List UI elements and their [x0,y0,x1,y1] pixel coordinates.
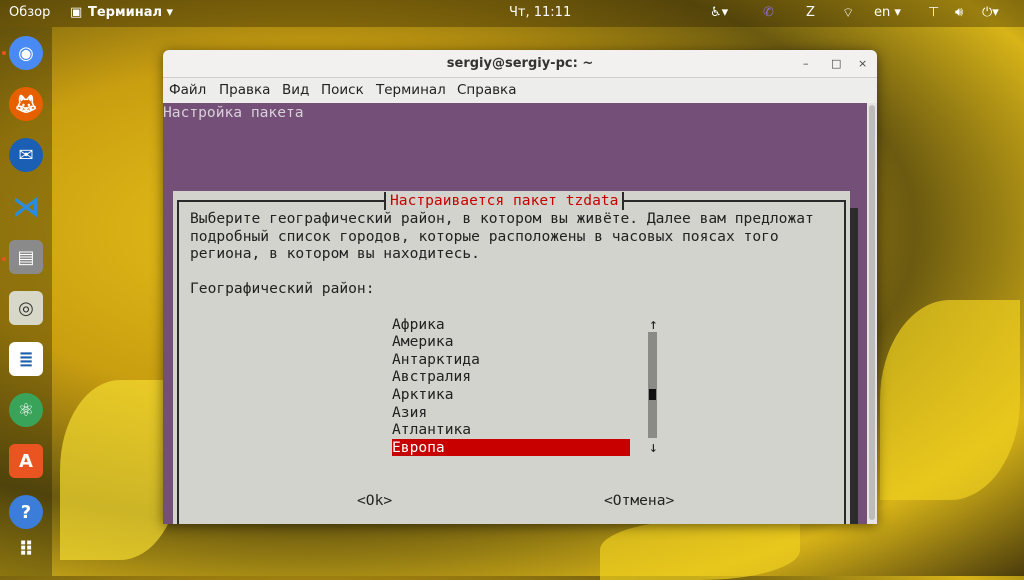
files-icon[interactable]: ▤ [9,240,43,274]
activities-button[interactable]: Обзор [9,5,50,20]
app-menu[interactable]: Терминал ▾ [88,5,173,20]
list-scrollbar-track[interactable] [648,332,657,438]
firefox-icon[interactable]: 🦊︎ [9,87,43,121]
menu-view[interactable]: Вид [282,82,309,98]
option-europe-selected[interactable]: Европа [392,438,630,457]
software-center-icon[interactable]: A [9,444,43,478]
clock[interactable]: Чт, 11:11 [509,5,571,20]
option-antarctica[interactable]: Антарктида [392,351,480,369]
option-atlantic[interactable]: Атлантика [392,421,471,439]
option-arctic[interactable]: Арктика [392,386,454,404]
option-australia[interactable]: Австралия [392,368,471,386]
scroll-up-arrow[interactable]: ↑ [649,316,658,334]
ok-button[interactable]: <Ok> [357,492,392,510]
menu-bar: Файл Правка Вид Поиск Терминал Справка [163,78,877,103]
region-label: Географический район: [190,280,375,298]
thunderbird-icon[interactable]: ✉ [9,138,43,172]
dialog-text-line: подробный список городов, которые распол… [190,227,779,245]
cancel-button[interactable]: <Отмена> [604,492,674,510]
menu-search[interactable]: Поиск [321,82,364,98]
dialog-text-line: региона, в котором вы находитесь. [190,245,480,263]
rhythmbox-icon[interactable]: ◎ [9,291,43,325]
option-america[interactable]: Америка [392,333,454,351]
menu-terminal[interactable]: Терминал [376,82,446,98]
viber-icon[interactable]: ✆ [763,5,774,20]
close-button[interactable]: × [858,50,867,78]
menu-file[interactable]: Файл [169,82,206,98]
dialog-border: Настраивается пакет tzdata Выберите геог… [177,192,846,524]
power-icon[interactable]: ⏻▾ [982,5,999,20]
dock: ◉ 🦊︎ ✉ ⋊ ▤ ◎ ≣ ⚛ A ? ⠿ [0,27,52,576]
language-selector[interactable]: en ▾ [874,5,901,20]
terminal-area[interactable]: Настройка пакета Настраивается пакет tzd… [163,103,867,524]
window-title: sergiy@sergiy-pc: ~ [446,56,594,71]
terminal-header: Настройка пакета [163,104,304,121]
accessibility-icon[interactable]: ♿▾ [710,5,728,20]
terminal-app-icon: ▣ [70,5,83,20]
scroll-down-arrow[interactable]: ↓ [649,439,658,457]
window-titlebar: sergiy@sergiy-pc: ~ – □ × [163,50,877,78]
chromium-icon[interactable]: ◉ [9,36,43,70]
terminal-window: sergiy@sergiy-pc: ~ – □ × Файл Правка Ви… [163,50,877,524]
menu-edit[interactable]: Правка [219,82,270,98]
libreoffice-writer-icon[interactable]: ≣ [9,342,43,376]
volume-icon[interactable]: 🔊︎ [955,5,963,20]
terminal-scrollbar[interactable] [867,103,877,524]
network-wifi-icon[interactable]: ⌔ [842,5,854,21]
dialog-text-line: Выберите географический район, в котором… [190,210,814,227]
zotero-icon[interactable]: Z [806,5,815,20]
dialog-title: Настраивается пакет tzdata [384,192,625,210]
help-icon[interactable]: ? [9,495,43,529]
option-africa[interactable]: Африка [392,316,445,334]
network-wired-icon[interactable]: ⊤ [928,5,939,20]
option-asia[interactable]: Азия [392,404,427,422]
menu-help[interactable]: Справка [457,82,516,98]
show-applications-icon[interactable]: ⠿ [9,532,43,566]
vscode-icon[interactable]: ⋊ [9,189,43,223]
maximize-button[interactable]: □ [831,50,841,78]
minimize-button[interactable]: – [803,50,809,78]
tzdata-dialog: Настраивается пакет tzdata Выберите геог… [173,191,850,524]
atom-icon[interactable]: ⚛ [9,393,43,427]
list-scrollbar-thumb[interactable] [649,389,656,400]
top-bar: Обзор ▣ Терминал ▾ Чт, 11:11 ♿▾ ✆ Z ⌔ en… [0,0,1024,27]
